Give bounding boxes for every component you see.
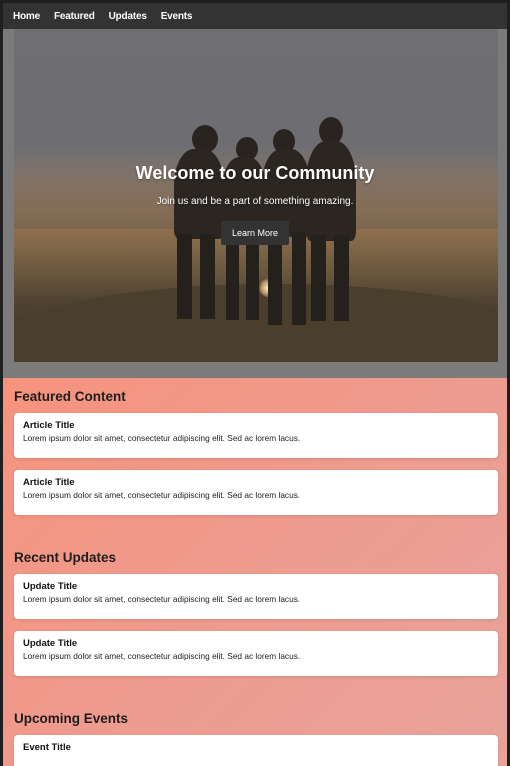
article-card[interactable]: Article Title Lorem ipsum dolor sit amet… — [14, 470, 498, 515]
nav-link-events[interactable]: Events — [161, 11, 193, 22]
card-text: Lorem ipsum dolor sit amet, consectetur … — [23, 594, 301, 604]
events-section: Upcoming Events Event Title — [14, 711, 498, 766]
card-title: Article Title — [23, 477, 75, 488]
card-title: Update Title — [23, 581, 78, 592]
featured-section: Featured Content Article Title Lorem ips… — [14, 389, 498, 529]
article-card[interactable]: Article Title Lorem ipsum dolor sit amet… — [14, 413, 498, 458]
updates-section: Recent Updates Update Title Lorem ipsum … — [14, 550, 498, 690]
nav-link-updates[interactable]: Updates — [109, 11, 147, 22]
section-title: Upcoming Events — [14, 711, 129, 726]
page: Home Featured Updates Events Welcome to … — [0, 0, 510, 766]
card-text: Lorem ipsum dolor sit amet, consectetur … — [23, 433, 301, 443]
card-title: Event Title — [23, 742, 71, 753]
hero-subtitle: Join us and be a part of something amazi… — [156, 195, 354, 207]
card-title: Article Title — [23, 420, 75, 431]
section-title: Recent Updates — [14, 550, 117, 565]
update-card[interactable]: Update Title Lorem ipsum dolor sit amet,… — [14, 574, 498, 619]
top-nav: Home Featured Updates Events — [3, 0, 507, 29]
hero-section: Welcome to our Community Join us and be … — [3, 29, 507, 378]
learn-more-button[interactable]: Learn More — [220, 220, 290, 245]
hero-content: Welcome to our Community Join us and be … — [3, 29, 507, 378]
card-text: Lorem ipsum dolor sit amet, consectetur … — [23, 490, 301, 500]
nav-link-home[interactable]: Home — [13, 11, 40, 22]
nav-link-featured[interactable]: Featured — [54, 11, 95, 22]
hero-title: Welcome to our Community — [135, 162, 375, 183]
card-title: Update Title — [23, 638, 78, 649]
update-card[interactable]: Update Title Lorem ipsum dolor sit amet,… — [14, 631, 498, 676]
section-title: Featured Content — [14, 389, 126, 404]
card-text: Lorem ipsum dolor sit amet, consectetur … — [23, 651, 301, 661]
event-card[interactable]: Event Title — [14, 735, 498, 766]
